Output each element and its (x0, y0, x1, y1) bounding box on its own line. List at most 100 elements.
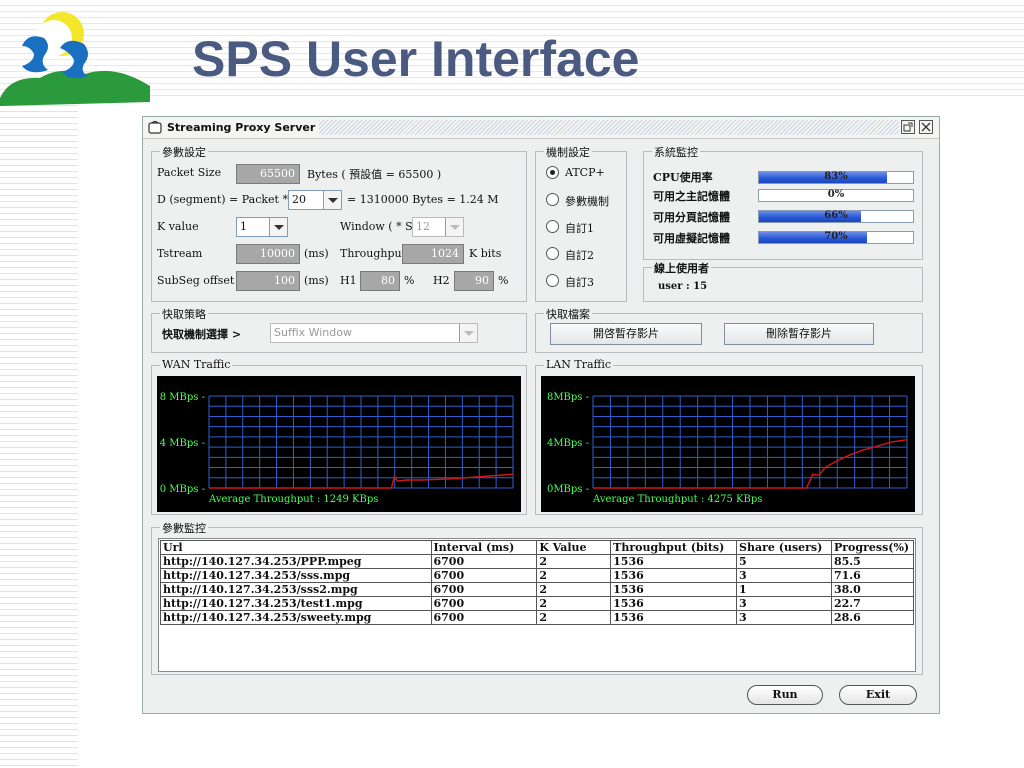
column-header[interactable]: Interval (ms) (430, 540, 538, 555)
cache-policy-label: 快取機制選擇 > (162, 328, 242, 341)
params-group: 參數設定 Packet Size 65500 Bytes ( 預設值 = 655… (151, 144, 527, 302)
radio-label: 自訂2 (565, 249, 594, 262)
h2-label: H2 (433, 274, 450, 287)
throughput-label: Throughput (340, 247, 407, 260)
throughput-field[interactable]: 1024 (402, 244, 464, 264)
cache-files-group: 快取檔案 開啓暫存影片 刪除暫存影片 (535, 306, 923, 353)
column-header[interactable]: Progress(%) (830, 540, 915, 555)
online-users-title: 線上使用者 (652, 260, 711, 276)
mechanism-group: 機制設定 ATCP+ 參數機制 自訂1 自訂2 自訂3 (535, 144, 627, 302)
table-cell: http://140.127.34.253/PPP.mpeg (160, 554, 432, 569)
table-cell: 1536 (610, 596, 738, 611)
k-value-select[interactable]: 1 (236, 217, 288, 237)
radio-label: ATCP+ (565, 166, 605, 179)
cache-policy-group: 快取策略 快取機制選擇 > Suffix Window (151, 306, 527, 353)
subseg-field[interactable]: 100 (236, 271, 300, 291)
close-icon (921, 122, 931, 132)
table-cell: 3 (736, 568, 832, 583)
cpu-label: CPU使用率 (653, 171, 713, 184)
main-memory-percent: 0% (827, 189, 845, 200)
virtual-memory-percent: 70% (824, 231, 848, 242)
table-row[interactable]: http://140.127.34.253/sss2.mpg 6700 2 15… (160, 582, 915, 597)
table-cell: 2 (536, 554, 612, 569)
restore-button[interactable] (901, 120, 915, 134)
monitor-group-title: 系統監控 (652, 144, 700, 160)
slide-title: SPS User Interface (192, 31, 640, 87)
radio-label: 自訂1 (565, 222, 594, 235)
column-header[interactable]: Url (160, 540, 432, 555)
window-value: 12 (416, 220, 430, 233)
y-tick-label: 8 MBps - (160, 392, 205, 403)
h2-field[interactable]: 90 (454, 271, 494, 291)
table-cell: 28.6 (830, 610, 915, 625)
delete-cache-video-button[interactable]: 刪除暫存影片 (724, 323, 874, 345)
d-segment-select[interactable]: 20 (288, 190, 342, 210)
table-row[interactable]: http://140.127.34.253/test1.mpg 6700 2 1… (160, 596, 915, 611)
online-users-group: 線上使用者 user : 15 (643, 260, 923, 302)
chart-grid (208, 395, 514, 489)
param-monitor-table: Url Interval (ms) K Value Throughput (bi… (160, 540, 915, 625)
table-cell: 2 (536, 568, 612, 583)
table-cell: 2 (536, 610, 612, 625)
packet-size-field[interactable]: 65500 (236, 164, 300, 184)
cache-policy-title: 快取策略 (160, 306, 208, 322)
window-select[interactable]: 12 (412, 217, 464, 237)
table-cell: 1536 (610, 610, 738, 625)
table-cell: 5 (736, 554, 832, 569)
params-group-title: 參數設定 (160, 144, 208, 160)
run-button[interactable]: Run (747, 685, 823, 705)
tstream-field[interactable]: 10000 (236, 244, 300, 264)
column-header[interactable]: Share (users) (736, 540, 832, 555)
table-cell: 3 (736, 596, 832, 611)
exit-button[interactable]: Exit (839, 685, 917, 705)
window-titlebar: Streaming Proxy Server (143, 117, 939, 139)
table-cell: 6700 (430, 582, 538, 597)
table-cell: http://140.127.34.253/sss.mpg (160, 568, 432, 583)
table-cell: 6700 (430, 554, 538, 569)
column-header[interactable]: K Value (536, 540, 612, 555)
table-row[interactable]: http://140.127.34.253/sss.mpg 6700 2 153… (160, 568, 915, 583)
d-segment-value: 20 (292, 193, 306, 206)
table-cell: 85.5 (830, 554, 915, 569)
h1-field[interactable]: 80 (360, 271, 400, 291)
logo-icon (0, 12, 150, 106)
h1-label: H1 (340, 274, 357, 287)
packet-size-label: Packet Size (157, 166, 222, 179)
page-memory-percent: 66% (824, 210, 848, 221)
radio-icon (546, 274, 559, 287)
wan-chart-area: 8 MBps - 4 MBps - 0 MBps - Average Throughp… (157, 376, 521, 512)
table-cell: 38.0 (830, 582, 915, 597)
radio-label: 自訂3 (565, 276, 594, 289)
page-memory-bar: 66% (758, 210, 914, 223)
table-cell: http://140.127.34.253/sss2.mpg (160, 582, 432, 597)
h1-unit: % (404, 274, 415, 287)
cache-policy-value: Suffix Window (274, 326, 352, 339)
page-memory-label: 可用分頁記憶體 (653, 211, 730, 224)
cache-files-title: 快取檔案 (544, 306, 592, 322)
throughput-unit: K bits (469, 247, 502, 260)
virtual-memory-bar: 70% (758, 231, 914, 244)
app-icon (148, 120, 162, 134)
chart-grid (592, 395, 908, 489)
titlebar-pattern (319, 120, 899, 135)
subseg-label: SubSeg offset (157, 274, 235, 287)
table-row[interactable]: http://140.127.34.253/PPP.mpeg 6700 2 15… (160, 554, 915, 569)
open-cache-video-button[interactable]: 開啓暫存影片 (550, 323, 702, 345)
table-cell: 6700 (430, 568, 538, 583)
column-header[interactable]: Throughput (bits) (610, 540, 738, 555)
param-monitor-table-area[interactable]: Url Interval (ms) K Value Throughput (bi… (158, 538, 916, 672)
d-segment-note: = 1310000 Bytes = 1.24 M (347, 193, 499, 206)
cache-policy-select[interactable]: Suffix Window (270, 323, 478, 343)
chevron-down-icon (269, 218, 287, 236)
slide: SPS User Interface Streaming Proxy Serve… (0, 0, 1024, 768)
lan-traffic-chart: 8MBps - 4MBps - 0MBps -Average Throughput … (547, 392, 908, 505)
window-label: Window ( * S ) (340, 220, 421, 233)
close-button[interactable] (919, 120, 933, 134)
restore-icon (903, 122, 913, 132)
table-row[interactable]: http://140.127.34.253/sweety.mpg 6700 2 … (160, 610, 915, 625)
y-tick-label: 0 MBps - (160, 484, 205, 495)
y-tick-label: 8MBps - (547, 392, 589, 403)
cpu-percent: 83% (824, 171, 848, 182)
radio-label: 參數機制 (565, 195, 609, 208)
table-cell: 6700 (430, 610, 538, 625)
